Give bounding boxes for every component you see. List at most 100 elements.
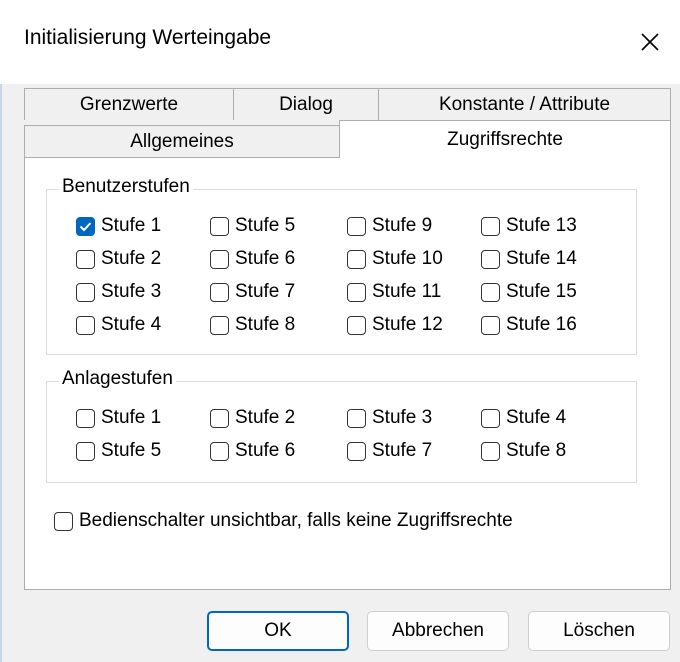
checkbox-label: Stufe 11 [372,281,442,302]
checkbox-box [210,282,229,302]
checkbox-label: Stufe 6 [235,248,296,269]
checkbox-benutzer-stufe-9[interactable]: Stufe 9 [347,215,432,237]
checkbox-anlage-stufe-5[interactable]: Stufe 5 [76,440,161,462]
checkbox-benutzer-stufe-6[interactable]: Stufe 6 [210,248,295,270]
title-bar: Initialisierung Werteingabe [0,0,680,84]
checkbox-anlage-stufe-6[interactable]: Stufe 6 [210,440,295,462]
ok-button[interactable]: OK [207,611,349,651]
group-title-benutzerstufen: Benutzerstufen [59,176,193,198]
tab-panel-zugriffsrechte: Benutzerstufen Stufe 1 Stufe 2 Stufe 3 S… [24,157,671,590]
checkbox-benutzer-stufe-5[interactable]: Stufe 5 [210,215,295,237]
checkbox-label: Stufe 2 [101,248,162,269]
checkbox-box [481,315,500,335]
tab-label: Konstante / Attribute [438,93,611,115]
checkbox-label: Stufe 3 [101,281,162,302]
tab-label: Grenzwerte [79,93,179,115]
group-title-anlagestufen: Anlagestufen [59,368,176,390]
checkbox-box [347,408,366,428]
checkmark-icon [79,221,92,231]
checkbox-label: Stufe 5 [101,440,162,461]
checkbox-anlage-stufe-3[interactable]: Stufe 3 [347,407,432,429]
tab-label: Allgemeines [130,131,234,152]
window-title: Initialisierung Werteingabe [24,26,272,49]
checkbox-label: Stufe 13 [506,215,577,236]
checkbox-box [347,249,366,269]
tab-dialog[interactable]: Dialog [233,88,379,120]
checkbox-benutzer-stufe-12[interactable]: Stufe 12 [347,314,443,336]
checkbox-label: Stufe 16 [506,314,577,335]
checkbox-box [210,216,229,236]
checkbox-box [76,408,95,428]
checkbox-box [481,408,500,428]
checkbox-box [54,511,73,531]
checkbox-box [76,249,95,269]
checkbox-benutzer-stufe-16[interactable]: Stufe 16 [481,314,577,336]
cancel-button[interactable]: Abbrechen [367,611,509,651]
checkbox-benutzer-stufe-11[interactable]: Stufe 11 [347,281,441,303]
group-anlagestufen: Anlagestufen Stufe 1 Stufe 5 Stufe 2 Stu… [46,368,637,483]
checkbox-box [210,249,229,269]
checkbox-box [481,282,500,302]
checkbox-label: Stufe 2 [235,407,296,428]
checkbox-benutzer-stufe-13[interactable]: Stufe 13 [481,215,577,237]
checkbox-label: Stufe 6 [235,440,296,461]
checkbox-benutzer-stufe-7[interactable]: Stufe 7 [210,281,295,303]
checkbox-label: Stufe 9 [372,215,433,236]
checkbox-label: Stufe 1 [101,407,162,428]
checkbox-anlage-stufe-4[interactable]: Stufe 4 [481,407,566,429]
checkbox-box [347,315,366,335]
checkbox-label: Stufe 12 [372,314,443,335]
checkbox-anlage-stufe-7[interactable]: Stufe 7 [347,440,432,462]
checkbox-box [76,315,95,335]
checkbox-benutzer-stufe-3[interactable]: Stufe 3 [76,281,161,303]
checkbox-box [347,216,366,236]
checkbox-box [347,282,366,302]
checkbox-label: Stufe 3 [372,407,433,428]
checkbox-label: Stufe 7 [372,440,433,461]
checkbox-box [481,216,500,236]
checkbox-box [210,408,229,428]
tab-zugriffsrechte[interactable]: Zugriffsrechte [339,120,671,158]
checkbox-box [210,441,229,461]
checkbox-anlage-stufe-2[interactable]: Stufe 2 [210,407,295,429]
checkbox-benutzer-stufe-2[interactable]: Stufe 2 [76,248,161,270]
checkbox-benutzer-stufe-1[interactable]: Stufe 1 [76,215,161,237]
checkbox-benutzer-stufe-8[interactable]: Stufe 8 [210,314,295,336]
checkbox-label: Stufe 4 [101,314,162,335]
close-button[interactable] [620,0,680,84]
checkbox-box [76,441,95,461]
tab-konstante-attribute[interactable]: Konstante / Attribute [378,88,671,120]
checkbox-hide-controls[interactable]: Bedienschalter unsichtbar, falls keine Z… [54,510,513,532]
group-benutzerstufen: Benutzerstufen Stufe 1 Stufe 2 Stufe 3 S… [46,176,637,355]
checkbox-label: Stufe 4 [506,407,567,428]
button-label: Abbrechen [392,620,484,641]
tab-label: Dialog [279,93,333,115]
checkbox-box [347,441,366,461]
checkbox-anlage-stufe-8[interactable]: Stufe 8 [481,440,566,462]
checkbox-label: Bedienschalter unsichtbar, falls keine Z… [79,510,513,531]
checkbox-anlage-stufe-1[interactable]: Stufe 1 [76,407,161,429]
checkbox-label: Stufe 7 [235,281,296,302]
button-label: OK [264,620,292,641]
checkbox-box [76,282,95,302]
checkbox-benutzer-stufe-10[interactable]: Stufe 10 [347,248,443,270]
checkbox-label: Stufe 14 [506,248,577,269]
checkbox-label: Stufe 10 [372,248,443,269]
checkbox-label: Stufe 15 [506,281,577,302]
checkbox-label: Stufe 8 [506,440,567,461]
checkbox-benutzer-stufe-15[interactable]: Stufe 15 [481,281,577,303]
tab-allgemeines[interactable]: Allgemeines [24,125,340,158]
checkbox-box [481,441,500,461]
tab-label: Zugriffsrechte [447,128,563,150]
checkbox-label: Stufe 8 [235,314,296,335]
button-label: Löschen [563,620,635,641]
checkbox-benutzer-stufe-4[interactable]: Stufe 4 [76,314,161,336]
checkbox-label: Stufe 1 [101,215,162,236]
checkbox-box [76,216,95,236]
window-edge [0,84,2,662]
checkbox-label: Stufe 5 [235,215,296,236]
close-icon [641,33,659,51]
tab-grenzwerte[interactable]: Grenzwerte [24,88,234,120]
delete-button[interactable]: Löschen [528,611,670,651]
checkbox-benutzer-stufe-14[interactable]: Stufe 14 [481,248,577,270]
